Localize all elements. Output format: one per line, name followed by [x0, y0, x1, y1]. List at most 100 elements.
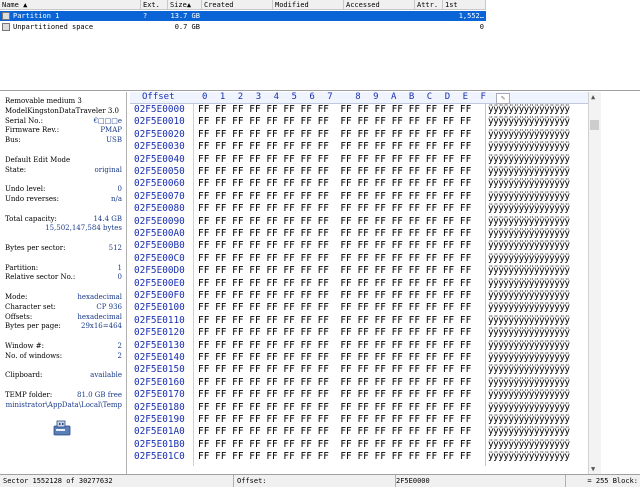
hex-col-header-9: 9	[373, 92, 379, 102]
hex-row-bytes[interactable]: FF FF FF FF FF FF FF FF FF FF FF FF FF F…	[198, 154, 471, 166]
info-line: Firmware Rev.: PMAP	[5, 126, 122, 135]
hex-row-ascii[interactable]: ÿÿÿÿÿÿÿÿÿÿÿÿÿÿÿÿ	[488, 377, 570, 389]
pencil-icon[interactable]: ✎	[496, 93, 510, 104]
info-value: PMAP	[100, 126, 122, 135]
hex-row-bytes[interactable]: FF FF FF FF FF FF FF FF FF FF FF FF FF F…	[198, 402, 471, 414]
hex-row-bytes[interactable]: FF FF FF FF FF FF FF FF FF FF FF FF FF F…	[198, 191, 471, 203]
hex-row-bytes[interactable]: FF FF FF FF FF FF FF FF FF FF FF FF FF F…	[198, 253, 471, 265]
partition-cell-created	[204, 22, 271, 32]
hex-row-bytes[interactable]: FF FF FF FF FF FF FF FF FF FF FF FF FF F…	[198, 389, 471, 401]
hex-row-ascii[interactable]: ÿÿÿÿÿÿÿÿÿÿÿÿÿÿÿÿ	[488, 414, 570, 426]
partition-cell-modified	[275, 11, 342, 21]
hex-row-ascii[interactable]: ÿÿÿÿÿÿÿÿÿÿÿÿÿÿÿÿ	[488, 141, 570, 153]
info-line	[5, 234, 122, 243]
hex-row-bytes[interactable]: FF FF FF FF FF FF FF FF FF FF FF FF FF F…	[198, 352, 471, 364]
hex-editor-view[interactable]: 02F5E0000 FF FF FF FF FF FF FF FF FF FF F…	[130, 104, 588, 466]
partition-row[interactable]: Partition 1? 13.7 GB 1,552…	[0, 11, 486, 21]
hex-row-ascii[interactable]: ÿÿÿÿÿÿÿÿÿÿÿÿÿÿÿÿ	[488, 315, 570, 327]
partition-cell-first_sector: 1,552…	[458, 12, 484, 20]
hex-row-bytes[interactable]: FF FF FF FF FF FF FF FF FF FF FF FF FF F…	[198, 166, 471, 178]
disk-info-panel: Removable medium 3 ModelKingstonDataTrave…	[0, 92, 127, 474]
hex-row-ascii[interactable]: ÿÿÿÿÿÿÿÿÿÿÿÿÿÿÿÿ	[488, 129, 570, 141]
scroll-up-icon[interactable]: ▲	[591, 93, 595, 101]
hex-row-bytes[interactable]: FF FF FF FF FF FF FF FF FF FF FF FF FF F…	[198, 129, 471, 141]
scroll-down-icon[interactable]: ▼	[591, 465, 595, 473]
hex-col-header-A: A	[391, 92, 397, 102]
info-line	[5, 175, 122, 184]
hex-row-ascii[interactable]: ÿÿÿÿÿÿÿÿÿÿÿÿÿÿÿÿ	[488, 228, 570, 240]
hex-row-ascii[interactable]: ÿÿÿÿÿÿÿÿÿÿÿÿÿÿÿÿ	[488, 327, 570, 339]
info-line	[5, 362, 122, 371]
hex-row-bytes[interactable]: FF FF FF FF FF FF FF FF FF FF FF FF FF F…	[198, 414, 471, 426]
hex-row-bytes[interactable]: FF FF FF FF FF FF FF FF FF FF FF FF FF F…	[198, 439, 471, 451]
hex-row-ascii[interactable]: ÿÿÿÿÿÿÿÿÿÿÿÿÿÿÿÿ	[488, 203, 570, 215]
hex-row-ascii[interactable]: ÿÿÿÿÿÿÿÿÿÿÿÿÿÿÿÿ	[488, 352, 570, 364]
hex-row-ascii[interactable]: ÿÿÿÿÿÿÿÿÿÿÿÿÿÿÿÿ	[488, 154, 570, 166]
hex-row-bytes[interactable]: FF FF FF FF FF FF FF FF FF FF FF FF FF F…	[198, 265, 471, 277]
column-header-7[interactable]: 1st sector	[443, 0, 486, 19]
column-header-2[interactable]: Size▲	[168, 0, 202, 10]
partition-row[interactable]: Unpartitioned space 0.7 GB 0	[0, 22, 486, 32]
hex-col-header-7: 7	[327, 92, 333, 102]
hex-row-ascii[interactable]: ÿÿÿÿÿÿÿÿÿÿÿÿÿÿÿÿ	[488, 166, 570, 178]
info-value: original	[94, 165, 122, 174]
hex-row-ascii[interactable]: ÿÿÿÿÿÿÿÿÿÿÿÿÿÿÿÿ	[488, 290, 570, 302]
hex-row-bytes[interactable]: FF FF FF FF FF FF FF FF FF FF FF FF FF F…	[198, 302, 471, 314]
hex-row-ascii[interactable]: ÿÿÿÿÿÿÿÿÿÿÿÿÿÿÿÿ	[488, 104, 570, 116]
hex-row-bytes[interactable]: FF FF FF FF FF FF FF FF FF FF FF FF FF F…	[198, 340, 471, 352]
hex-row-ascii[interactable]: ÿÿÿÿÿÿÿÿÿÿÿÿÿÿÿÿ	[488, 116, 570, 128]
hex-row-bytes[interactable]: FF FF FF FF FF FF FF FF FF FF FF FF FF F…	[198, 451, 471, 463]
hex-row-bytes[interactable]: FF FF FF FF FF FF FF FF FF FF FF FF FF F…	[198, 216, 471, 228]
hex-row-ascii[interactable]: ÿÿÿÿÿÿÿÿÿÿÿÿÿÿÿÿ	[488, 402, 570, 414]
hex-row-bytes[interactable]: FF FF FF FF FF FF FF FF FF FF FF FF FF F…	[198, 290, 471, 302]
hex-row-offset: 02F5E0170	[134, 389, 185, 401]
column-header-5[interactable]: Accessed	[344, 0, 415, 10]
hex-row-bytes[interactable]: FF FF FF FF FF FF FF FF FF FF FF FF FF F…	[198, 278, 471, 290]
hex-row-bytes[interactable]: FF FF FF FF FF FF FF FF FF FF FF FF FF F…	[198, 315, 471, 327]
hex-row-ascii[interactable]: ÿÿÿÿÿÿÿÿÿÿÿÿÿÿÿÿ	[488, 439, 570, 451]
info-value: hexadecimal	[77, 293, 122, 301]
column-header-0[interactable]: Name ▲	[0, 0, 141, 10]
info-key: Bytes per sector:	[5, 244, 66, 252]
info-key: Removable medium 3	[5, 97, 82, 105]
hex-row-bytes[interactable]: FF FF FF FF FF FF FF FF FF FF FF FF FF F…	[198, 364, 471, 376]
hex-row-ascii[interactable]: ÿÿÿÿÿÿÿÿÿÿÿÿÿÿÿÿ	[488, 178, 570, 190]
hex-row-ascii[interactable]: ÿÿÿÿÿÿÿÿÿÿÿÿÿÿÿÿ	[488, 240, 570, 252]
hex-row-bytes[interactable]: FF FF FF FF FF FF FF FF FF FF FF FF FF F…	[198, 203, 471, 215]
hex-row-ascii[interactable]: ÿÿÿÿÿÿÿÿÿÿÿÿÿÿÿÿ	[488, 278, 570, 290]
hex-row-bytes[interactable]: FF FF FF FF FF FF FF FF FF FF FF FF FF F…	[198, 377, 471, 389]
column-header-6[interactable]: Attr.	[415, 0, 443, 10]
info-value: €□□□e	[93, 116, 122, 125]
hex-row-bytes[interactable]: FF FF FF FF FF FF FF FF FF FF FF FF FF F…	[198, 327, 471, 339]
partition-icon	[2, 23, 10, 31]
hex-row-ascii[interactable]: ÿÿÿÿÿÿÿÿÿÿÿÿÿÿÿÿ	[488, 426, 570, 438]
hex-row-ascii[interactable]: ÿÿÿÿÿÿÿÿÿÿÿÿÿÿÿÿ	[488, 253, 570, 265]
info-key: TEMP folder:	[5, 391, 53, 399]
info-value: 1	[117, 263, 122, 272]
column-header-1[interactable]: Ext.	[141, 0, 168, 10]
hex-row-ascii[interactable]: ÿÿÿÿÿÿÿÿÿÿÿÿÿÿÿÿ	[488, 265, 570, 277]
hex-row-ascii[interactable]: ÿÿÿÿÿÿÿÿÿÿÿÿÿÿÿÿ	[488, 451, 570, 463]
hex-row-bytes[interactable]: FF FF FF FF FF FF FF FF FF FF FF FF FF F…	[198, 116, 471, 128]
info-key: Window #:	[5, 342, 44, 350]
hex-row-ascii[interactable]: ÿÿÿÿÿÿÿÿÿÿÿÿÿÿÿÿ	[488, 364, 570, 376]
hex-row-ascii[interactable]: ÿÿÿÿÿÿÿÿÿÿÿÿÿÿÿÿ	[488, 216, 570, 228]
hex-row-bytes[interactable]: FF FF FF FF FF FF FF FF FF FF FF FF FF F…	[198, 426, 471, 438]
hex-row-bytes[interactable]: FF FF FF FF FF FF FF FF FF FF FF FF FF F…	[198, 228, 471, 240]
column-header-3[interactable]: Created	[202, 0, 273, 10]
partition-cell-created	[204, 11, 271, 21]
hex-row-bytes[interactable]: FF FF FF FF FF FF FF FF FF FF FF FF FF F…	[198, 104, 471, 116]
hex-row-bytes[interactable]: FF FF FF FF FF FF FF FF FF FF FF FF FF F…	[198, 141, 471, 153]
column-header-4[interactable]: Modified	[273, 0, 344, 10]
hex-row-ascii[interactable]: ÿÿÿÿÿÿÿÿÿÿÿÿÿÿÿÿ	[488, 302, 570, 314]
hex-row-ascii[interactable]: ÿÿÿÿÿÿÿÿÿÿÿÿÿÿÿÿ	[488, 340, 570, 352]
hex-row-ascii[interactable]: ÿÿÿÿÿÿÿÿÿÿÿÿÿÿÿÿ	[488, 191, 570, 203]
info-value: 14.4 GB	[93, 214, 122, 223]
vertical-scrollbar[interactable]: ▲ ▼	[588, 92, 601, 474]
hex-row-ascii[interactable]: ÿÿÿÿÿÿÿÿÿÿÿÿÿÿÿÿ	[488, 389, 570, 401]
hex-row-bytes[interactable]: FF FF FF FF FF FF FF FF FF FF FF FF FF F…	[198, 178, 471, 190]
info-line: Undo reverses: n/a	[5, 195, 122, 204]
hex-row-bytes[interactable]: FF FF FF FF FF FF FF FF FF FF FF FF FF F…	[198, 240, 471, 252]
scrollbar-thumb[interactable]	[590, 120, 599, 130]
partition-cell-attr	[417, 22, 441, 32]
